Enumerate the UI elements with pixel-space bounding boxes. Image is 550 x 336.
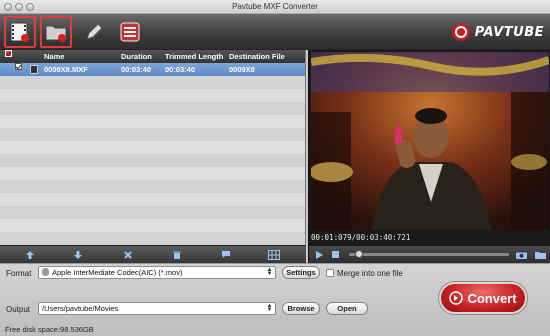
format-value: Apple InterMediate Codec(AIC) (*.mov) bbox=[52, 268, 183, 277]
speech-bubble-icon bbox=[222, 251, 230, 258]
folder-add-icon bbox=[45, 25, 67, 42]
row-checkbox[interactable] bbox=[15, 63, 22, 70]
trash-icon bbox=[173, 251, 181, 259]
video-frame-image bbox=[311, 52, 549, 230]
seek-slider[interactable] bbox=[349, 250, 509, 258]
convert-button[interactable]: Convert bbox=[439, 282, 527, 314]
edit-button[interactable] bbox=[78, 16, 110, 48]
free-disk-space: Free disk space:98.536GB bbox=[5, 325, 94, 334]
empty-row bbox=[0, 154, 305, 167]
file-trimmed-length: 00:03:40 bbox=[165, 65, 196, 74]
browse-button[interactable]: Browse bbox=[282, 302, 320, 315]
output-label: Output bbox=[6, 305, 31, 314]
format-select[interactable]: Apple InterMediate Codec(AIC) (*.mov) ▲ ▼ bbox=[38, 266, 276, 279]
settings-button[interactable]: Settings bbox=[282, 266, 320, 279]
x-icon bbox=[124, 251, 132, 259]
empty-row bbox=[0, 167, 305, 180]
video-file-icon bbox=[30, 65, 38, 74]
stop-icon bbox=[332, 251, 339, 258]
file-row[interactable]: 0009X8.MXF 00:03:40 00:03:40 0009X8 bbox=[0, 63, 305, 76]
move-up-button[interactable] bbox=[24, 249, 36, 261]
playback-controls bbox=[309, 246, 550, 263]
arrow-down-icon bbox=[74, 251, 82, 259]
subtitle-button[interactable] bbox=[220, 249, 232, 261]
file-name: 0009X8.MXF bbox=[44, 65, 88, 74]
merge-button[interactable] bbox=[268, 249, 280, 261]
delete-all-button[interactable] bbox=[171, 249, 183, 261]
format-label: Format bbox=[6, 269, 32, 278]
task-list-button[interactable] bbox=[114, 16, 146, 48]
pencil-icon bbox=[86, 23, 103, 40]
empty-row bbox=[0, 180, 305, 193]
move-down-button[interactable] bbox=[72, 249, 84, 261]
select-arrows-icon: ▲ ▼ bbox=[266, 303, 273, 313]
folder-icon bbox=[535, 251, 546, 259]
minimize-window-button[interactable] bbox=[15, 3, 23, 11]
remove-button[interactable] bbox=[122, 249, 134, 261]
list-icon bbox=[120, 22, 140, 42]
grid-icon bbox=[268, 250, 280, 260]
empty-row bbox=[0, 89, 305, 102]
toolbar: PAVTUBE bbox=[0, 14, 550, 50]
play-icon bbox=[315, 250, 323, 259]
folder-button[interactable] bbox=[535, 250, 546, 259]
video-preview bbox=[311, 52, 549, 230]
empty-row bbox=[0, 206, 305, 219]
empty-row bbox=[0, 102, 305, 115]
file-list: Name Duration Trimmed Length Destination… bbox=[0, 50, 306, 245]
select-all-checkbox[interactable] bbox=[5, 50, 12, 57]
title-bar: Pavtube MXF Converter bbox=[0, 0, 550, 14]
output-path-value: /Users/pavtube/Movies bbox=[42, 304, 119, 313]
empty-row bbox=[0, 219, 305, 232]
select-arrows-icon: ▲ ▼ bbox=[266, 267, 273, 277]
empty-row bbox=[0, 232, 305, 245]
file-list-actions bbox=[0, 245, 306, 263]
column-duration[interactable]: Duration bbox=[121, 50, 152, 63]
output-path-field[interactable]: /Users/pavtube/Movies ▲ ▼ bbox=[38, 302, 276, 315]
empty-row bbox=[0, 76, 305, 89]
apple-icon bbox=[42, 268, 49, 276]
column-name[interactable]: Name bbox=[44, 50, 64, 63]
merge-label: Merge into one file bbox=[337, 269, 403, 278]
zoom-window-button[interactable] bbox=[26, 3, 34, 11]
pavtube-logo-icon bbox=[451, 23, 470, 41]
preview-pane: 00:01:079/00:03:40:721 bbox=[308, 50, 550, 263]
add-folder-button[interactable] bbox=[40, 16, 72, 48]
empty-row bbox=[0, 115, 305, 128]
merge-checkbox[interactable] bbox=[326, 269, 334, 277]
brand-logo: PAVTUBE bbox=[451, 22, 544, 42]
file-list-header: Name Duration Trimmed Length Destination… bbox=[0, 50, 305, 63]
convert-arrow-icon bbox=[449, 291, 464, 305]
open-button[interactable]: Open bbox=[326, 302, 368, 315]
convert-label: Convert bbox=[467, 290, 517, 306]
snapshot-button[interactable] bbox=[516, 250, 527, 259]
file-destination: 0009X8 bbox=[229, 65, 255, 74]
seek-handle[interactable] bbox=[355, 250, 364, 258]
close-window-button[interactable] bbox=[4, 3, 12, 11]
empty-row bbox=[0, 128, 305, 141]
add-video-button[interactable] bbox=[4, 16, 36, 48]
brand-name: PAVTUBE bbox=[474, 24, 544, 40]
play-button[interactable] bbox=[314, 250, 323, 259]
column-trimmed-length[interactable]: Trimmed Length bbox=[165, 50, 223, 63]
column-destination-file[interactable]: Destination File bbox=[229, 50, 285, 63]
file-duration: 00:03:40 bbox=[121, 65, 152, 74]
window-title: Pavtube MXF Converter bbox=[232, 2, 318, 11]
output-settings-panel: Format Apple InterMediate Codec(AIC) (*.… bbox=[0, 263, 550, 336]
stop-button[interactable] bbox=[331, 250, 340, 259]
film-add-icon bbox=[10, 22, 29, 42]
empty-row bbox=[0, 193, 305, 206]
empty-row bbox=[0, 141, 305, 154]
timecode: 00:01:079/00:03:40:721 bbox=[311, 233, 411, 242]
camera-icon bbox=[516, 252, 527, 259]
arrow-up-icon bbox=[26, 251, 34, 259]
